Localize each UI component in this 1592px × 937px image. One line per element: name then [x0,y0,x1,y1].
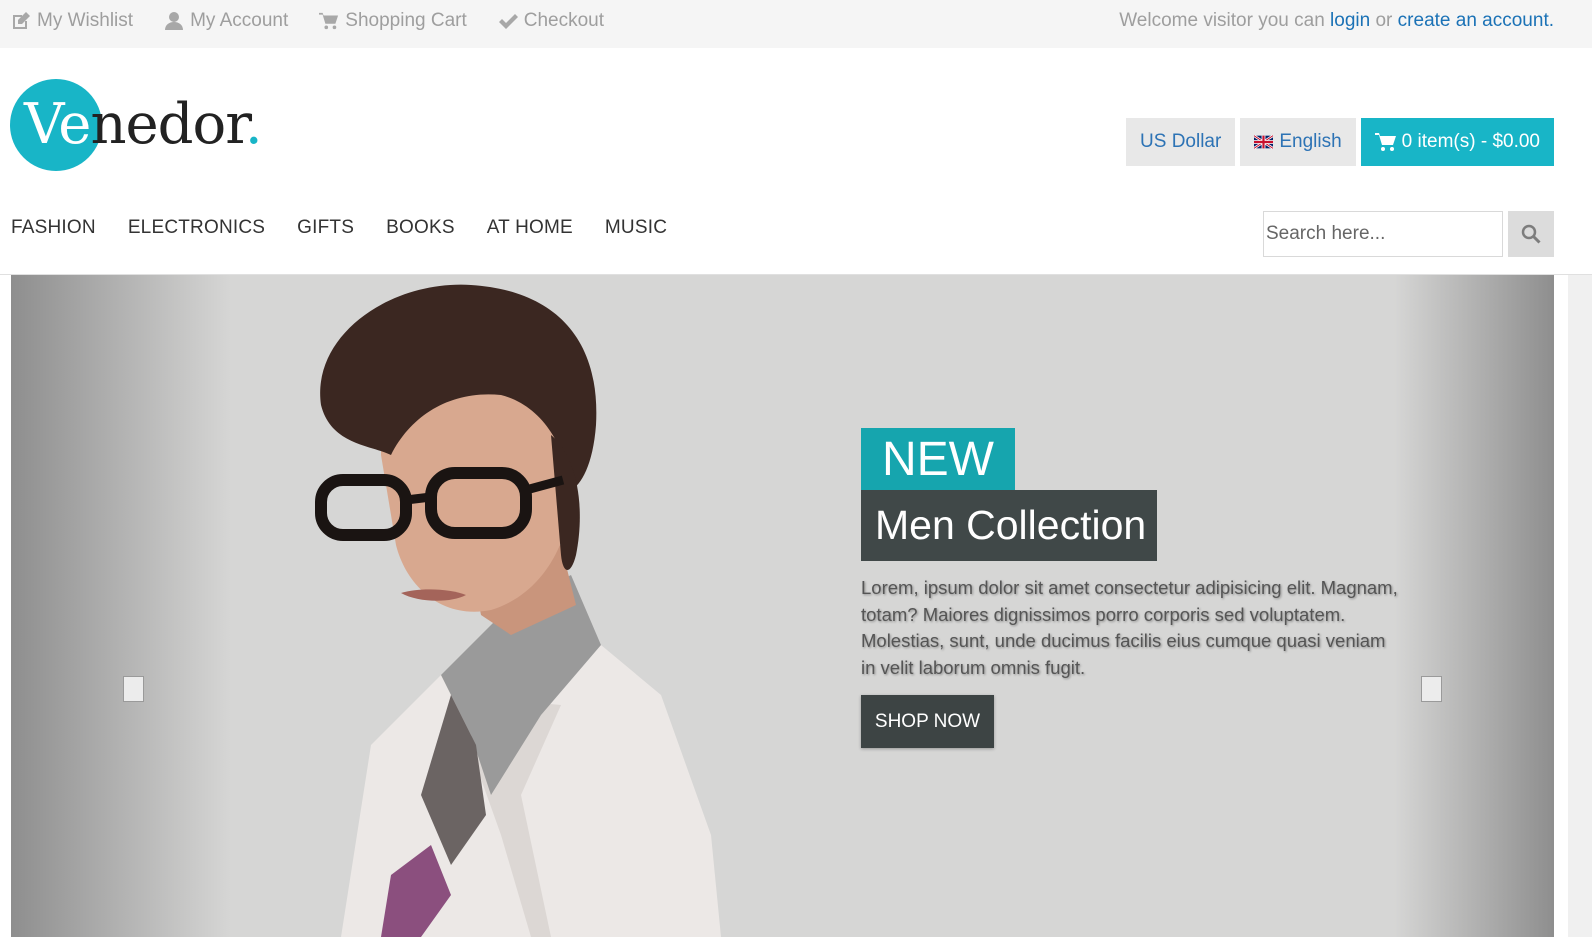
welcome-or: or [1375,10,1393,31]
currency-label: US Dollar [1140,131,1222,152]
slider-next-arrow[interactable] [1421,676,1442,702]
create-account-link[interactable]: create an account. [1398,10,1554,31]
cart-icon [319,12,339,30]
shopping-cart-label: Shopping Cart [345,10,467,31]
check-icon [498,14,518,29]
logo-text-prefix: Ve [24,92,91,157]
shop-now-button[interactable]: SHOP NOW [861,695,994,748]
account-link[interactable]: My Account [164,10,288,32]
hero-shade-right [1394,275,1554,937]
edit-icon [13,12,30,29]
user-icon [165,12,184,30]
hero-slider: NEW Men Collection Lorem, ipsum dolor si… [11,275,1554,937]
hero-title: Men Collection [861,490,1157,561]
shopping-cart-link[interactable]: Shopping Cart [319,10,467,32]
checkout-link[interactable]: Checkout [498,10,604,32]
nav-item-at-home[interactable]: AT HOME [487,217,573,239]
welcome-prefix: Welcome visitor you can [1119,10,1325,31]
search-button[interactable] [1508,211,1554,257]
hero-badge: NEW [861,428,1015,490]
account-label: My Account [190,10,289,31]
main-nav: FASHION ELECTRONICS GIFTS BOOKS AT HOME … [11,217,667,239]
cart-summary: 0 item(s) - $0.00 [1401,131,1540,152]
site-logo[interactable]: Venedor. [10,78,270,173]
nav-item-gifts[interactable]: GIFTS [297,217,354,239]
logo-text-rest: nedor [90,92,245,157]
hero-description: Lorem, ipsum dolor sit amet consectetur … [861,577,1398,678]
language-label: English [1279,131,1342,152]
welcome-message: Welcome visitor you can login or create … [1119,10,1554,32]
checkout-label: Checkout [523,10,605,31]
login-link[interactable]: login [1330,10,1370,31]
nav-item-music[interactable]: MUSIC [605,217,667,239]
uk-flag-icon [1254,135,1274,149]
hero-model-image [315,284,721,937]
nav-item-fashion[interactable]: FASHION [11,217,96,239]
top-bar: My Wishlist My Account Shopping Cart Che… [0,0,1592,48]
page-scrollbar[interactable] [1568,275,1592,937]
wishlist-label: My Wishlist [37,10,134,31]
top-links: My Wishlist My Account Shopping Cart Che… [11,10,604,32]
nav-item-electronics[interactable]: ELECTRONICS [128,217,265,239]
logo-wordmark: Venedor. [24,92,263,157]
header-controls: US Dollar English 0 item(s) - $0.00 [1126,118,1554,166]
search-icon [1521,224,1541,244]
language-button[interactable]: English [1240,118,1356,166]
slider-prev-arrow[interactable] [123,676,144,702]
search-input[interactable] [1263,211,1503,257]
cart-icon [1374,133,1396,151]
cart-button[interactable]: 0 item(s) - $0.00 [1360,118,1554,166]
hero-shade-left [11,275,231,937]
wishlist-link[interactable]: My Wishlist [11,10,133,32]
nav-item-books[interactable]: BOOKS [386,217,455,239]
currency-button[interactable]: US Dollar [1126,118,1236,166]
logo-dot: . [244,92,263,157]
